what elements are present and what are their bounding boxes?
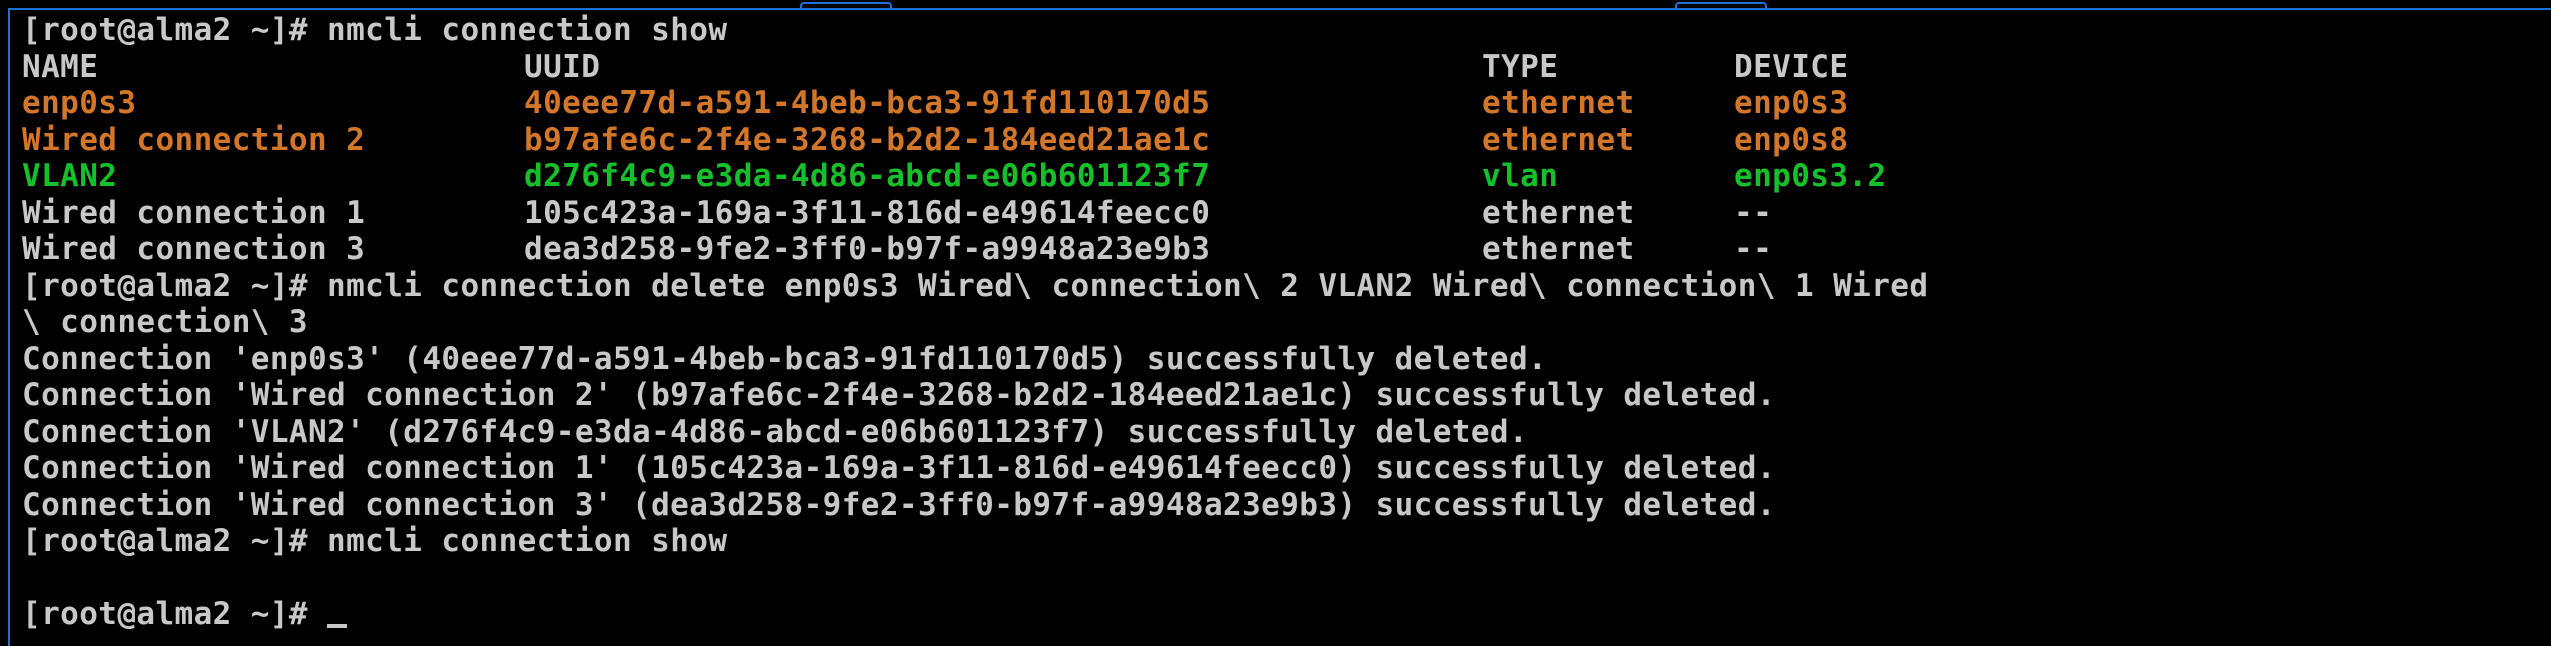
command-text: \ connection\ 3 (22, 304, 308, 340)
output-line: Connection 'enp0s3' (40eee77d-a591-4beb-… (22, 340, 1548, 377)
window-frame-left (8, 8, 10, 646)
header-name: NAME (22, 48, 99, 85)
cell-device: enp0s8 (1734, 121, 1849, 158)
terminal-window[interactable]: [root@alma2 ~]# nmcli connection show NA… (0, 0, 2551, 646)
cell-name: VLAN2 (22, 158, 118, 194)
cell-device: -- (1734, 194, 1773, 231)
table-header-row: NAME UUID TYPE DEVICE (22, 49, 2551, 86)
command-line: [root@alma2 ~]# nmcli connection show (22, 12, 2551, 49)
command-line: [root@alma2 ~]# nmcli connection show (22, 523, 2551, 560)
cell-name: Wired connection 1 (22, 194, 366, 231)
frame-tab-notch (1675, 2, 1767, 10)
cell-uuid: d276f4c9-e3da-4d86-abcd-e06b601123f7 (524, 158, 1211, 194)
table-row: VLAN2 d276f4c9-e3da-4d86-abcd-e06b601123f… (22, 158, 2551, 195)
cell-type: ethernet (1482, 194, 1635, 231)
terminal-screen[interactable]: [root@alma2 ~]# nmcli connection show NA… (22, 12, 2551, 633)
text-cursor (327, 624, 348, 628)
command-text: nmcli connection show (327, 12, 728, 48)
cell-uuid: 40eee77d-a591-4beb-bca3-91fd110170d5 (524, 85, 1211, 121)
cell-type: vlan (1482, 158, 1559, 194)
header-type: TYPE (1482, 48, 1559, 85)
shell-prompt: [root@alma2 ~]# (22, 523, 308, 559)
output-line: Connection 'Wired connection 3' (dea3d25… (22, 486, 1776, 523)
cell-device: enp0s3.2 (1734, 158, 1887, 194)
window-frame-top (8, 8, 2551, 10)
frame-tab-notch (800, 2, 892, 10)
command-text: nmcli connection delete enp0s3 Wired\ co… (327, 267, 1929, 304)
cell-uuid: dea3d258-9fe2-3ff0-b97f-a9948a23e9b3 (524, 231, 1211, 267)
cell-name: Wired connection 3 (22, 231, 366, 267)
table-row: enp0s3 40eee77d-a591-4beb-bca3-91fd110170… (22, 85, 2551, 122)
cell-uuid: b97afe6c-2f4e-3268-b2d2-184eed21ae1c (524, 121, 1211, 158)
empty-line (22, 560, 2551, 597)
shell-prompt: [root@alma2 ~]# (22, 267, 308, 304)
cell-name: Wired connection 2 (22, 121, 366, 158)
output-line: Connection 'VLAN2' (d276f4c9-e3da-4d86-a… (22, 413, 1529, 450)
cell-type: ethernet (1482, 85, 1635, 121)
shell-prompt: [root@alma2 ~]# (22, 12, 308, 48)
active-prompt-line[interactable]: [root@alma2 ~]# (22, 596, 2551, 633)
cell-type: ethernet (1482, 121, 1635, 158)
cell-name: enp0s3 (22, 85, 137, 121)
cell-uuid: 105c423a-169a-3f11-816d-e49614feecc0 (524, 194, 1211, 231)
header-device: DEVICE (1734, 48, 1849, 85)
cell-device: -- (1734, 231, 1773, 267)
output-line: Connection 'Wired connection 1' (105c423… (22, 450, 1776, 486)
output-line: Connection 'Wired connection 2' (b97afe6… (22, 377, 1776, 413)
header-uuid: UUID (524, 48, 601, 85)
cell-type: ethernet (1482, 231, 1635, 267)
table-row: Wired connection 1 105c423a-169a-3f11-816… (22, 195, 2551, 232)
shell-prompt: [root@alma2 ~]# (22, 596, 308, 632)
table-row: Wired connection 3 dea3d258-9fe2-3ff0-b97… (22, 231, 2551, 268)
command-line: [root@alma2 ~]# nmcli connection delete … (22, 268, 2551, 305)
table-row: Wired connection 2 b97afe6c-2f4e-3268-b2d… (22, 122, 2551, 159)
command-line-wrap: \ connection\ 3 (22, 304, 2551, 341)
command-text: nmcli connection show (327, 523, 728, 559)
cell-device: enp0s3 (1734, 85, 1849, 121)
